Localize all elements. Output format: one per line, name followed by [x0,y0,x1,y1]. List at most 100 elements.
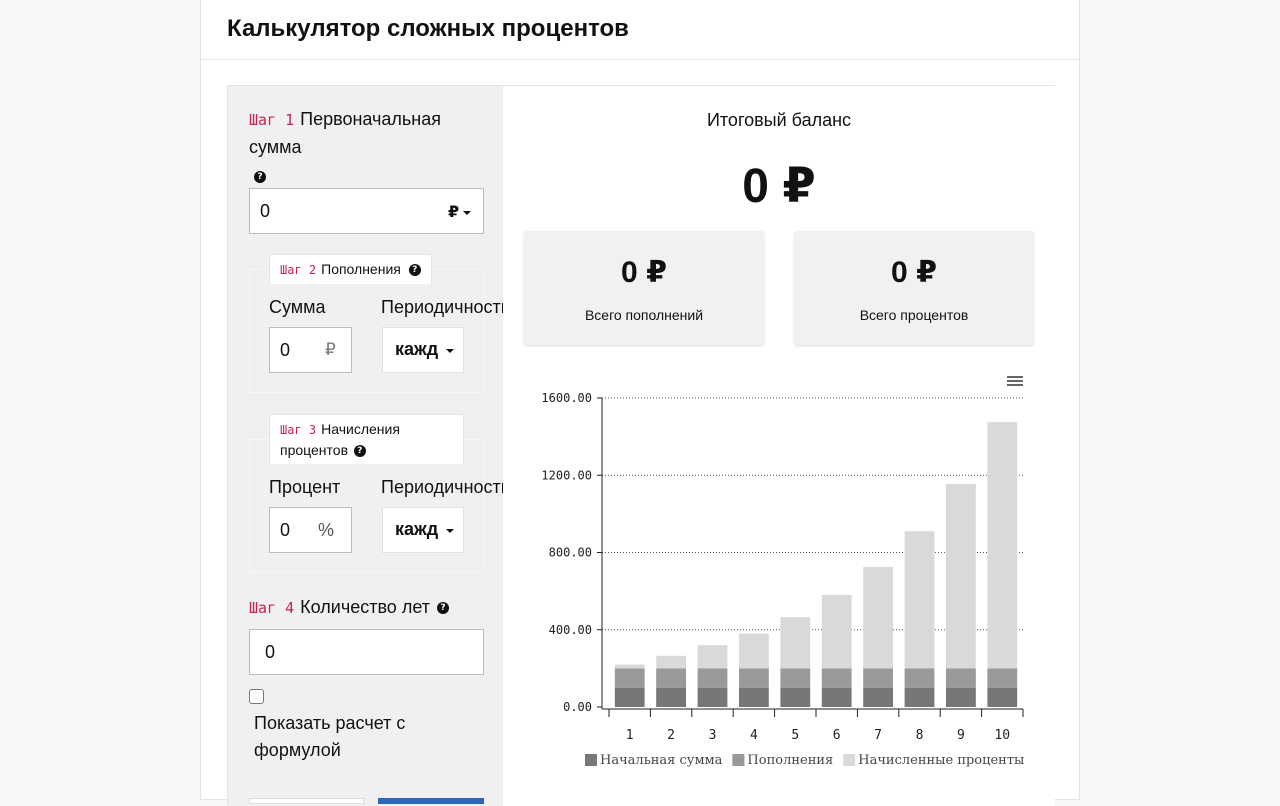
show-formula-label[interactable]: Показать расчет с формулой [254,710,405,764]
total-interest-value: 0 ₽ [891,256,937,289]
x-tick-label: 3 [709,728,717,743]
contribution-period-label: Периодичность [381,297,511,317]
currency-dropdown[interactable]: ₽ [448,202,472,222]
step1-tag: Шаг 1 [249,111,295,129]
bar-segment [945,483,976,669]
reset-button[interactable] [249,798,364,804]
step3-label-line1: Начисления [321,421,400,437]
contribution-period-value: кажд [395,339,439,359]
bar-segment [987,422,1018,669]
interest-period-select[interactable]: кажд [382,507,464,553]
x-tick-label: 9 [957,728,965,743]
calculator-body: Шаг 1Первоначальная сумма ? ₽ Шаг 2 Попол… [227,85,1055,806]
y-tick-label: 1200.00 [541,468,592,482]
legend-label: Начисленные проценты [858,753,1024,768]
legend-label: Начальная сумма [600,753,723,768]
y-tick-label: 800.00 [549,546,592,560]
bar-segment [780,668,811,688]
page-title: Калькулятор сложных процентов [227,15,629,42]
bar-segment [614,668,645,688]
interest-period-label: Периодичность [381,477,511,497]
total-contributions-value: 0 ₽ [621,256,667,289]
total-interest-label: Всего процентов [859,307,969,323]
bar-segment [614,664,645,669]
step3-tag: Шаг 3 [280,423,317,437]
bar-segment [904,668,935,688]
caret-down-icon [463,210,472,215]
bar-segment [738,633,769,669]
contribution-amount-input[interactable] [280,340,310,361]
calculate-button[interactable] [378,798,484,804]
contribution-amount-label: Сумма [269,297,326,317]
question-circle-icon[interactable]: ? [408,264,421,277]
interest-rate-unit: % [318,520,335,540]
x-tick-label: 7 [874,728,882,743]
bar-segment [904,531,935,669]
interest-rate-label: Процент [269,477,341,497]
initial-amount-field: ₽ [249,188,484,234]
legend-swatch [843,754,856,766]
total-balance-value: 0 ₽ [742,160,816,213]
caret-down-icon [446,349,454,353]
currency-symbol: ₽ [448,204,460,221]
step3-legend: Шаг 3 Начисления процентов ? [269,414,464,464]
legend-label: Пополнения [747,753,833,768]
step4-title: Шаг 4 Количество лет ? [249,594,499,622]
step4-tag: Шаг 4 [249,599,295,617]
bar-segment [780,617,811,669]
bar-segment [821,668,852,688]
total-contributions-box: 0 ₽ Всего пополнений [524,231,764,345]
bar-segment [863,566,894,669]
bar-segment [697,668,728,688]
legend-swatch [585,754,597,766]
bar-segment [945,687,976,707]
bar-segment [987,668,1018,688]
total-balance-label: Итоговый баланс [706,110,852,130]
y-tick-label: 1600.00 [541,391,592,405]
years-field [249,629,484,675]
bar-segment [904,687,935,707]
contribution-amount-field: ₽ [269,327,352,373]
balance-chart: 0.00 400.00 800.00 1200.00 1600.00 1 2 3 4 5 6 7 8 9 1… [541,391,1024,768]
x-tick-label: 2 [667,728,675,743]
calculator-card: Калькулятор сложных процентов Шаг 1 Перво… [200,0,1080,806]
bar-segment [656,668,687,688]
results-panel: Итоговый баланс 0 ₽ 0 ₽ Всего пополнений… [503,86,1055,806]
show-formula-label-line1: Показать расчет с [254,713,406,733]
caret-down-icon [446,529,454,533]
interest-period-value: кажд [395,519,439,539]
bar-segment [945,668,976,688]
x-tick-label: 5 [791,728,799,743]
bar-segment [738,668,769,688]
question-circle-icon[interactable]: ? [437,602,449,615]
step2-legend: Шаг 2 Пополнения ? [269,254,432,284]
bar-segment [780,687,811,707]
y-tick-label: 0.00 [563,700,592,714]
bar-segment [614,687,645,707]
question-circle-icon[interactable]: ? [254,171,266,183]
step1-title: Шаг 1 Первоначальная сумма [249,106,489,161]
x-tick-label: 10 [994,728,1010,743]
y-tick-label: 400.00 [549,623,592,637]
years-input[interactable] [265,642,465,663]
step3-label-line2: процентов [280,442,349,458]
bar-segment [863,687,894,707]
bar-segment [821,687,852,707]
step2-tag: Шаг 2 [280,263,317,277]
bar-segment [697,687,728,707]
x-tick-label: 4 [750,728,758,743]
contribution-unit: ₽ [325,340,336,359]
contribution-period-select[interactable]: кажд [382,327,464,373]
bar-segment [821,594,852,669]
question-circle-icon[interactable]: ? [353,445,366,458]
input-panel: Шаг 1Первоначальная сумма ? ₽ Шаг 2 Попол… [228,86,510,806]
legend-swatch [732,754,745,766]
show-formula-checkbox[interactable] [249,689,264,704]
card-header: Калькулятор сложных процентов [201,0,1079,60]
interest-rate-field: % [269,507,352,553]
total-contributions-label: Всего пополнений [584,307,704,323]
step2-label: Пополнения [321,261,401,277]
interest-rate-input[interactable] [280,520,310,541]
initial-amount-input[interactable] [260,201,430,222]
x-tick-label: 8 [916,728,924,743]
